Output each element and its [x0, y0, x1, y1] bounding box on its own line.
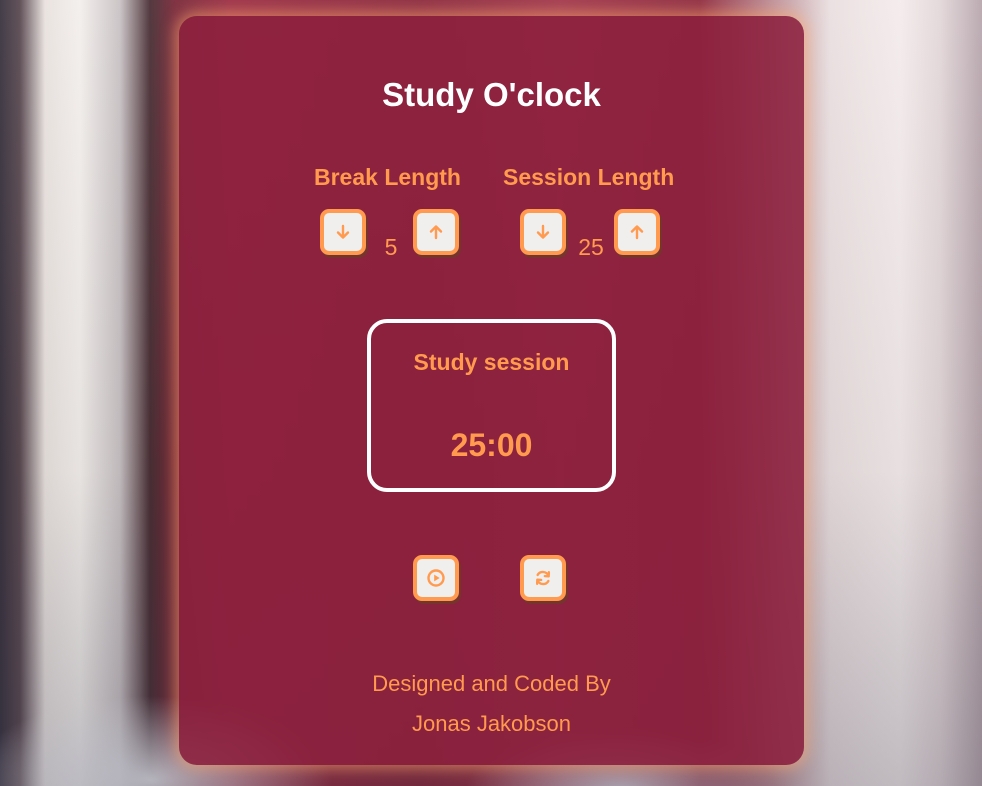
timer-label: Study session — [413, 349, 570, 375]
start-stop-button[interactable] — [413, 555, 459, 601]
refresh-icon — [533, 568, 553, 588]
arrow-up-icon — [628, 223, 646, 241]
session-length-label: Session Length — [503, 164, 675, 190]
footer-author-name: Jonas Jakobson — [412, 711, 571, 736]
app-title: Study O'clock — [382, 76, 601, 113]
arrow-down-icon — [534, 223, 552, 241]
pomodoro-card: Study O'clock Break Length Session Lengt… — [179, 16, 804, 765]
session-increment-button[interactable] — [614, 209, 660, 255]
reset-button[interactable] — [520, 555, 566, 601]
arrow-up-icon — [427, 223, 445, 241]
break-length-label: Break Length — [314, 164, 461, 190]
session-length-value: 25 — [578, 234, 604, 260]
footer-credit-line: Designed and Coded By — [372, 671, 611, 696]
break-length-value: 5 — [384, 234, 398, 260]
play-icon — [426, 568, 446, 588]
break-increment-button[interactable] — [413, 209, 459, 255]
session-decrement-button[interactable] — [520, 209, 566, 255]
arrow-down-icon — [334, 223, 352, 241]
timer-display: Study session 25:00 — [367, 319, 616, 492]
break-decrement-button[interactable] — [320, 209, 366, 255]
timer-time: 25:00 — [450, 427, 533, 463]
